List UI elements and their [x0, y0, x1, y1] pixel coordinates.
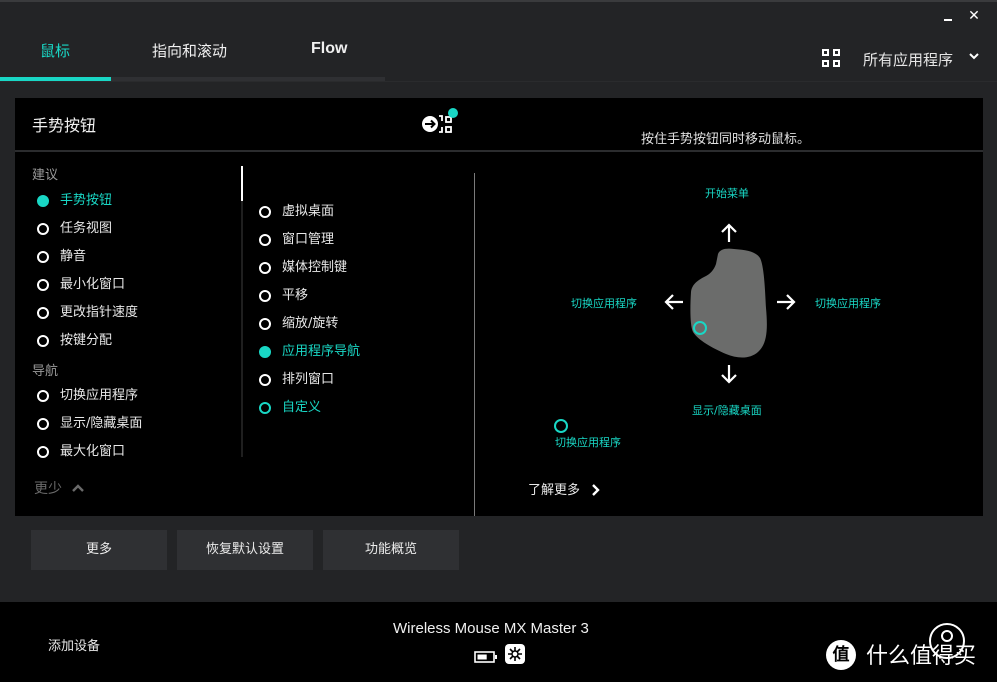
show-less-button[interactable]: 更少	[34, 478, 62, 498]
radio-icon	[37, 279, 49, 291]
radio-icon	[37, 307, 49, 319]
gesture-click-label: 切换应用程序	[555, 436, 621, 449]
flow-status-icon	[505, 644, 525, 664]
device-name[interactable]: Wireless Mouse MX Master 3	[393, 620, 589, 637]
footer-bar: 添加设备 Wireless Mouse MX Master 3 值 什么值得买	[0, 602, 997, 682]
app-selector[interactable]: 所有应用程序	[863, 49, 953, 70]
close-button[interactable]: ✕	[964, 6, 984, 26]
section-label-navigation: 导航	[32, 364, 59, 379]
radio-icon	[259, 262, 271, 274]
radio-icon	[259, 290, 271, 302]
gesture-down-label: 显示/隐藏桌面	[692, 404, 762, 417]
gesture-button-icon	[421, 108, 461, 138]
radio-icon	[37, 390, 49, 402]
panel-title: 手势按钮	[32, 116, 97, 135]
radio-selected-icon	[259, 346, 271, 358]
radio-selected-icon	[37, 195, 49, 207]
suggestion-list: 建议 手势按钮 任务视图 静音 最小化窗口 更改指针速度 按键分配 导航 切换应	[15, 152, 245, 458]
restore-defaults-button[interactable]: 恢复默认设置	[177, 530, 313, 570]
panel-header: 手势按钮 按住手势按钮同时移动鼠标。	[15, 98, 983, 150]
gesture-left-label: 切换应用程序	[571, 297, 637, 310]
arrow-up-icon	[717, 221, 741, 245]
left-list-scrollbar[interactable]	[241, 166, 243, 457]
mouse-illustration	[690, 248, 770, 360]
radio-icon	[37, 335, 49, 347]
arrow-left-icon	[662, 290, 686, 314]
chevron-down-icon[interactable]	[969, 50, 979, 63]
window-top-border	[0, 0, 997, 2]
radio-icon	[259, 318, 271, 330]
radio-icon	[37, 418, 49, 430]
tab-point-scroll[interactable]: 指向和滚动	[152, 40, 227, 61]
gesture-up-label: 开始菜单	[705, 187, 749, 200]
learn-more-link[interactable]: 了解更多	[528, 479, 580, 498]
watermark-badge: 值	[826, 640, 856, 670]
radio-icon	[37, 223, 49, 235]
tab-mouse[interactable]: 鼠标	[40, 40, 70, 61]
arrow-down-icon	[717, 362, 741, 386]
chevron-right-icon[interactable]	[591, 481, 601, 496]
section-label-suggestions: 建议	[32, 168, 59, 183]
chevron-up-icon[interactable]	[72, 479, 84, 492]
tab-bar: 鼠标 指向和滚动 Flow	[0, 30, 385, 82]
radio-accent-icon	[259, 402, 271, 414]
arrow-right-icon	[774, 290, 798, 314]
header-divider	[0, 81, 997, 82]
left-list-scroll-thumb[interactable]	[241, 166, 243, 201]
more-button[interactable]: 更多	[31, 530, 167, 570]
click-legend-marker	[554, 419, 568, 433]
minimize-button[interactable]	[938, 6, 958, 26]
gesture-right-label: 切换应用程序	[815, 297, 881, 310]
add-device-button[interactable]: 添加设备	[48, 635, 100, 654]
middle-list-divider	[474, 173, 475, 516]
radio-icon	[37, 251, 49, 263]
panel-hint: 按住手势按钮同时移动鼠标。	[641, 132, 811, 147]
tab-flow[interactable]: Flow	[311, 40, 347, 58]
radio-icon	[259, 374, 271, 386]
battery-icon	[474, 648, 498, 663]
radio-icon	[37, 446, 49, 458]
gesture-button-marker	[693, 321, 707, 335]
app-grid-icon[interactable]	[822, 49, 842, 69]
feature-overview-button[interactable]: 功能概览	[323, 530, 459, 570]
watermark-text: 什么值得买	[866, 644, 977, 669]
radio-icon	[259, 234, 271, 246]
battery-level-fill	[477, 654, 487, 660]
radio-icon	[259, 206, 271, 218]
